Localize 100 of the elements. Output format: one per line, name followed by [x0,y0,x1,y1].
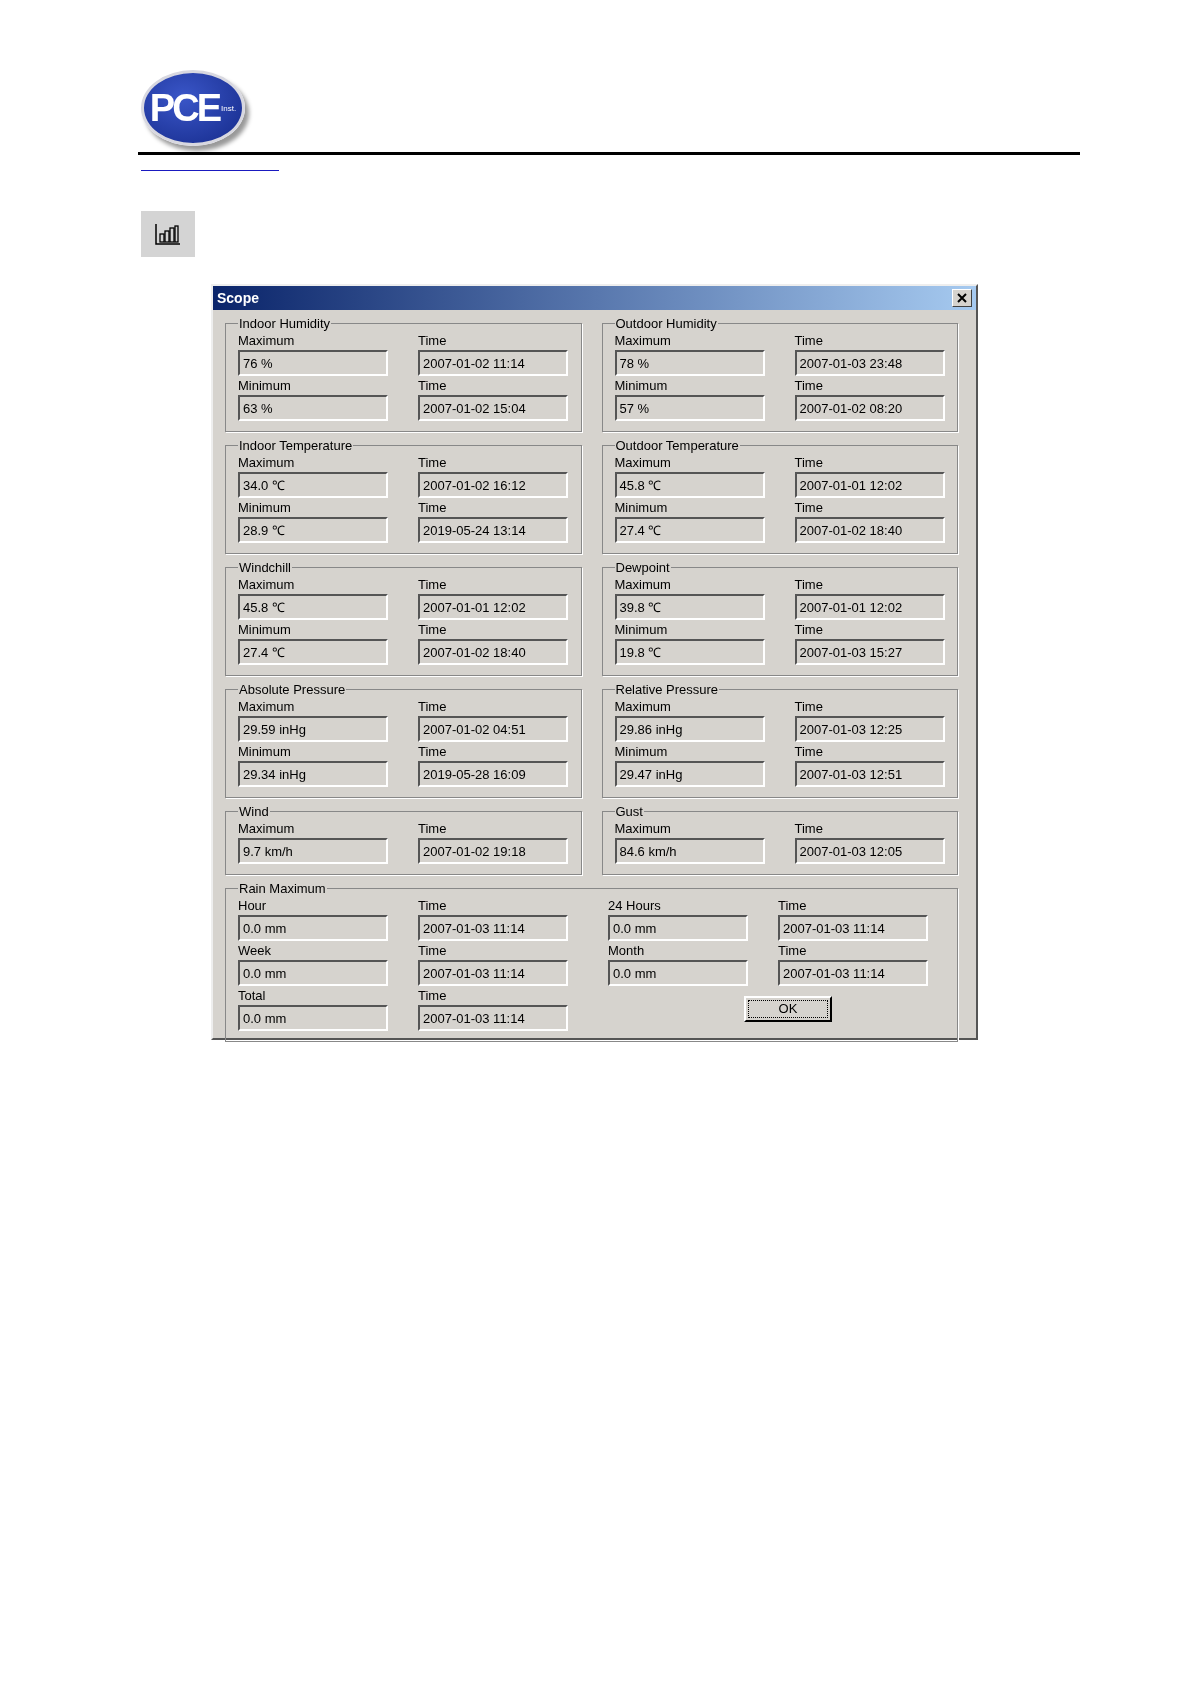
field-label: Time [418,942,448,960]
readonly-field: 0.0 mm [238,1005,388,1031]
readonly-field: 34.0 ℃ [238,472,388,498]
field-label: Maximum [238,576,296,594]
group-title: Relative Pressure [614,682,720,697]
readonly-field: 2007-01-03 11:14 [778,960,928,986]
group-title: Dewpoint [614,560,671,575]
field-label: Time [794,377,824,395]
field-label: Time [794,499,824,517]
field-label: Maximum [238,332,296,350]
field-label: Total [238,987,267,1005]
field-label: Time [418,987,448,1005]
readonly-field: 76 % [238,350,388,376]
readonly-field: 2007-01-03 11:14 [418,915,568,941]
field-label: Maximum [614,820,672,838]
chart-toolbar-button[interactable] [141,211,195,257]
field-label: Time [418,897,448,915]
field-label: Time [778,897,808,915]
field-label: Time [418,621,448,639]
readonly-field: 2007-01-02 16:12 [418,472,568,498]
readonly-field: 39.8 ℃ [614,594,765,620]
readonly-field: 0.0 mm [608,960,748,986]
readonly-field: 28.9 ℃ [238,517,388,543]
group-title: Wind [238,804,270,819]
readonly-field: 2007-01-03 12:25 [794,716,945,742]
field-label: Week [238,942,272,960]
readonly-field: 2007-01-01 12:02 [794,594,945,620]
readonly-field: 2007-01-02 08:20 [794,395,945,421]
field-label: Maximum [614,454,672,472]
field-label: Minimum [614,377,669,395]
readonly-field: 2007-01-02 04:51 [418,716,568,742]
field-label: Maximum [238,454,296,472]
group-title: Indoor Humidity [238,316,332,331]
field-label: Time [418,377,448,395]
readonly-field: 2007-01-03 11:14 [418,960,568,986]
readonly-field: 9.7 km/h [238,838,388,864]
readonly-field: 78 % [614,350,765,376]
readonly-field: 2007-01-03 12:05 [794,838,945,864]
readonly-field: 45.8 ℃ [238,594,388,620]
readonly-field: 19.8 ℃ [614,639,765,665]
field-label: 24 Hours [608,897,662,915]
field-label: Maximum [238,698,296,716]
readonly-field: 0.0 mm [238,960,388,986]
field-label: Minimum [238,377,292,395]
group-title: Rain Maximum [238,881,327,896]
readonly-field: 2007-01-03 12:51 [794,761,945,787]
readonly-field: 2019-05-28 16:09 [418,761,568,787]
readonly-field: 2007-01-03 11:14 [418,1005,568,1031]
field-label: Maximum [614,576,672,594]
field-label: Time [418,698,448,716]
readonly-field: 29.34 inHg [238,761,388,787]
readonly-field: 84.6 km/h [614,838,765,864]
group-title: Gust [614,804,644,819]
readonly-field: 0.0 mm [608,915,748,941]
readonly-field: 2019-05-24 13:14 [418,517,568,543]
group-title: Outdoor Temperature [614,438,740,453]
group-title: Indoor Temperature [238,438,354,453]
close-icon [957,293,967,303]
readonly-field: 2007-01-01 12:02 [794,472,945,498]
window-title: Scope [217,290,259,306]
readonly-field: 2007-01-03 11:14 [778,915,928,941]
group-title: Outdoor Humidity [614,316,718,331]
field-label: Time [794,698,824,716]
readonly-field: 27.4 ℃ [238,639,388,665]
field-label: Minimum [614,499,669,517]
field-label: Time [794,576,824,594]
field-label: Minimum [614,621,669,639]
readonly-field: 29.47 inHg [614,761,765,787]
field-label: Time [794,820,824,838]
readonly-field: 57 % [614,395,765,421]
field-label: Time [794,454,824,472]
field-label: Minimum [614,743,669,761]
readonly-field: 2007-01-03 15:27 [794,639,945,665]
field-label: Minimum [238,621,292,639]
readonly-field: 2007-01-02 19:18 [418,838,568,864]
readonly-field: 2007-01-02 15:04 [418,395,568,421]
field-label: Time [794,743,824,761]
readonly-field: 2007-01-02 18:40 [418,639,568,665]
readonly-field: 29.59 inHg [238,716,388,742]
field-label: Hour [238,897,268,915]
field-label: Maximum [238,820,296,838]
close-button[interactable] [952,289,972,307]
bar-chart-icon [155,223,181,245]
ok-button[interactable]: OK [744,995,832,1022]
field-label: Time [418,576,448,594]
field-label: Time [418,820,448,838]
readonly-field: 2007-01-02 18:40 [794,517,945,543]
readonly-field: 29.86 inHg [614,716,765,742]
field-label: Time [418,499,448,517]
readonly-field: 45.8 ℃ [614,472,765,498]
readonly-field: 0.0 mm [238,915,388,941]
field-label: Time [794,332,824,350]
group-title: Absolute Pressure [238,682,347,697]
readonly-field: 63 % [238,395,388,421]
field-label: Time [418,743,448,761]
field-label: Maximum [614,698,672,716]
readonly-field: 2007-01-03 23:48 [794,350,945,376]
field-label: Time [794,621,824,639]
field-label: Maximum [614,332,672,350]
group-title: Windchill [238,560,292,575]
